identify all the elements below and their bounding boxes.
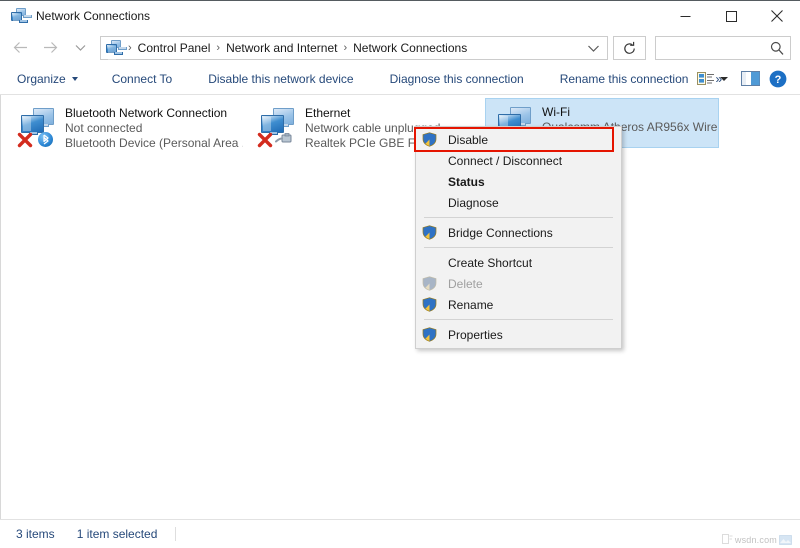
watermark: wsdn.com [720, 534, 794, 545]
connection-name: Wi-Fi [542, 105, 718, 120]
connect-to-button[interactable]: Connect To [103, 65, 182, 94]
list-item-bluetooth-network-connection[interactable]: Bluetooth Network Connection Not connect… [9, 100, 243, 150]
context-menu-item-status[interactable]: Status [416, 171, 621, 192]
watermark-text: wsdn.com [735, 535, 777, 545]
svg-text:?: ? [775, 74, 782, 86]
search-input[interactable] [662, 41, 770, 55]
status-divider [175, 527, 176, 541]
connection-name: Bluetooth Network Connection [65, 106, 243, 121]
preview-pane-icon[interactable] [736, 66, 764, 92]
refresh-icon [622, 41, 637, 56]
context-menu-item-label: Properties [448, 328, 503, 342]
watermark-icon-right [779, 535, 792, 545]
network-adapter-icon [17, 106, 63, 150]
refresh-button[interactable] [613, 36, 646, 60]
chevron-down-icon[interactable] [720, 77, 728, 81]
recent-locations-chevron-icon[interactable] [65, 33, 95, 63]
context-menu-item-label: Rename [448, 298, 493, 312]
breadcrumb-separator: › [216, 42, 220, 54]
context-menu-item-properties[interactable]: Properties [416, 324, 621, 345]
toolbar-right-group: ? [692, 64, 792, 93]
context-menu-item-label: Diagnose [448, 196, 499, 210]
context-menu-item-label: Delete [448, 277, 483, 291]
context-menu-item-label: Disable [448, 133, 488, 147]
context-menu-item-label: Bridge Connections [448, 226, 553, 240]
network-adapter-icon [257, 106, 303, 150]
uac-shield-icon [422, 297, 438, 313]
bluetooth-badge-icon [38, 132, 53, 147]
context-menu-item-label: Connect / Disconnect [448, 154, 562, 168]
uac-shield-icon [422, 225, 438, 241]
search-icon[interactable] [770, 41, 784, 58]
back-arrow-icon[interactable] [5, 33, 35, 63]
context-menu-item-create-shortcut[interactable]: Create Shortcut [416, 252, 621, 273]
menu-separator [424, 217, 613, 218]
forward-arrow-icon[interactable] [35, 33, 65, 63]
maximize-button[interactable] [708, 1, 754, 31]
context-menu-item-rename[interactable]: Rename [416, 294, 621, 315]
context-menu-item-diagnose[interactable]: Diagnose [416, 192, 621, 213]
help-icon[interactable]: ? [764, 66, 792, 92]
status-selection-count: 1 item selected [77, 527, 158, 541]
uac-shield-icon [422, 132, 438, 148]
close-button[interactable] [754, 1, 800, 31]
chevron-down-icon [72, 77, 78, 81]
breadcrumb-item-network-connections[interactable]: Network Connections [353, 41, 467, 55]
status-item-count: 3 items [16, 527, 55, 541]
rename-connection-button[interactable]: Rename this connection [551, 65, 698, 94]
watermark-icon-left [722, 534, 733, 545]
window-title: Network Connections [36, 9, 150, 23]
breadcrumb-separator: › [128, 42, 132, 54]
title-bar: Network Connections [0, 1, 800, 31]
disable-network-device-button[interactable]: Disable this network device [199, 65, 362, 94]
red-x-icon [257, 132, 273, 148]
breadcrumb-item-control-panel[interactable]: Control Panel [138, 41, 211, 55]
caption-buttons [662, 1, 800, 31]
menu-separator [424, 247, 613, 248]
ethernet-cable-badge-icon [275, 132, 295, 146]
change-view-icon[interactable] [692, 66, 720, 92]
context-menu: Disable Connect / Disconnect Status Diag… [415, 126, 622, 349]
menu-separator [424, 319, 613, 320]
command-toolbar: Organize Connect To Disable this network… [0, 64, 800, 95]
connection-status: Not connected [65, 121, 243, 136]
network-connections-window: Network Connections [0, 0, 800, 548]
red-x-icon [17, 132, 33, 148]
breadcrumb[interactable]: › Control Panel › Network and Internet ›… [100, 36, 608, 60]
context-menu-item-connect-disconnect[interactable]: Connect / Disconnect [416, 150, 621, 171]
network-connections-icon [11, 8, 27, 24]
context-menu-item-delete: Delete [416, 273, 621, 294]
uac-shield-icon [422, 327, 438, 343]
network-connections-icon [106, 40, 122, 56]
list-item-text-group: Bluetooth Network Connection Not connect… [65, 106, 243, 151]
context-menu-item-bridge-connections[interactable]: Bridge Connections [416, 222, 621, 243]
connections-list: Bluetooth Network Connection Not connect… [0, 95, 800, 519]
diagnose-connection-button[interactable]: Diagnose this connection [381, 65, 533, 94]
uac-shield-icon [422, 276, 438, 292]
status-bar: 3 items 1 item selected wsdn.com [0, 519, 800, 548]
minimize-button[interactable] [662, 1, 708, 31]
context-menu-item-label: Create Shortcut [448, 256, 532, 270]
organize-button[interactable]: Organize [8, 65, 87, 94]
search-field[interactable] [655, 36, 791, 60]
connection-device: Bluetooth Device (Personal Area ... [65, 136, 243, 151]
breadcrumb-separator: › [343, 42, 347, 54]
address-bar: › Control Panel › Network and Internet ›… [0, 31, 800, 64]
chevron-down-icon[interactable] [587, 42, 601, 56]
organize-label: Organize [17, 72, 66, 86]
breadcrumb-item-network-and-internet[interactable]: Network and Internet [226, 41, 337, 55]
context-menu-item-disable[interactable]: Disable [416, 129, 621, 150]
context-menu-item-label: Status [448, 175, 485, 189]
connection-name: Ethernet [305, 106, 483, 121]
